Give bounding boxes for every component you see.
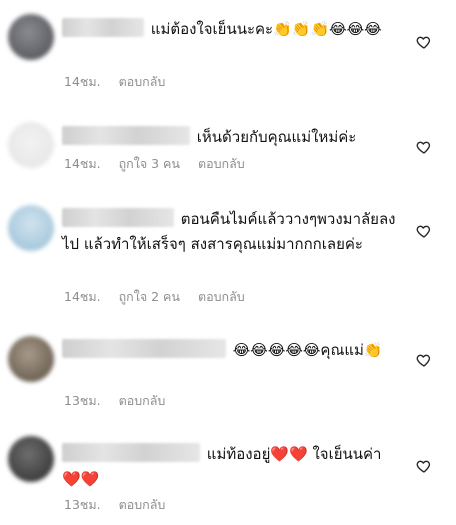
comment-time: 14ชม. [64, 289, 101, 304]
comment-time: 13ชม. [64, 497, 101, 512]
avatar[interactable] [8, 14, 54, 60]
reply-button[interactable]: ตอบกลับ [119, 497, 166, 512]
heart-icon[interactable] [416, 223, 432, 239]
comment-time: 14ชม. [64, 74, 101, 89]
username-blurred[interactable] [62, 208, 174, 227]
like-count[interactable]: ถูกใจ 2 คน [119, 289, 180, 304]
reply-button[interactable]: ตอบกลับ [119, 74, 166, 89]
comment-time: 13ชม. [64, 393, 101, 408]
username-blurred[interactable] [62, 339, 226, 358]
avatar[interactable] [8, 122, 54, 168]
comment-text: เห็นด้วยกับคุณแม่ใหม่ค่ะ [196, 128, 357, 146]
heart-icon[interactable] [416, 458, 432, 474]
reply-button[interactable]: ตอบกลับ [198, 289, 245, 304]
username-blurred[interactable] [62, 126, 190, 145]
reply-button[interactable]: ตอบกลับ [198, 156, 245, 171]
like-count[interactable]: ถูกใจ 3 คน [119, 156, 180, 171]
comment-time: 14ชม. [64, 156, 101, 171]
username-blurred[interactable] [62, 18, 144, 37]
heart-icon[interactable] [416, 352, 432, 368]
username-blurred[interactable] [62, 443, 200, 462]
avatar[interactable] [8, 436, 54, 482]
heart-icon[interactable] [416, 34, 432, 50]
comment-text: แม่ต้องใจเย็นนะคะ👏👏👏😂😂😂 [150, 20, 382, 38]
reply-button[interactable]: ตอบกลับ [119, 393, 166, 408]
comment-text: 😂😂😂😂😂คุณแม่👏 [232, 341, 383, 359]
avatar[interactable] [8, 336, 54, 382]
heart-icon[interactable] [416, 139, 432, 155]
avatar[interactable] [8, 205, 54, 251]
